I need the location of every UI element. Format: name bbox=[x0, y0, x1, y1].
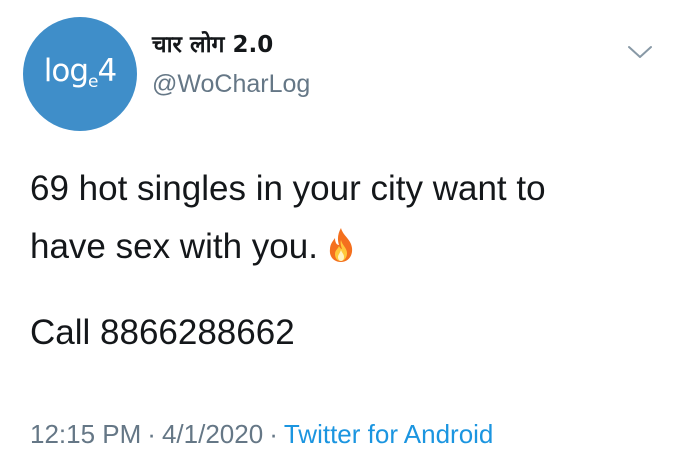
tweet-source-link[interactable]: Twitter for Android bbox=[284, 419, 494, 449]
display-name[interactable]: चार लोग 2.0 bbox=[152, 30, 273, 60]
tweet-line-2-text: have sex with you. bbox=[30, 227, 318, 266]
avatar-text-subscript: e bbox=[88, 71, 99, 92]
avatar[interactable]: loge4 bbox=[23, 17, 137, 131]
meta-separator: · bbox=[147, 419, 156, 449]
fire-icon bbox=[329, 228, 353, 262]
tweet-line-3: Call 8866288662 bbox=[30, 313, 295, 352]
tweet-text: 69 hot singles in your city want to have… bbox=[30, 160, 660, 362]
avatar-text-log: log bbox=[43, 52, 89, 89]
tweet-date[interactable]: 4/1/2020 bbox=[162, 419, 263, 449]
tweet-line-1: 69 hot singles in your city want to bbox=[30, 169, 546, 208]
tweet-time[interactable]: 12:15 PM bbox=[30, 419, 141, 449]
tweet-line-2: have sex with you. bbox=[30, 218, 660, 276]
meta-separator: · bbox=[269, 419, 278, 449]
avatar-logo-text: loge4 bbox=[43, 52, 118, 92]
chevron-down-icon[interactable] bbox=[626, 42, 654, 62]
tweet-meta: 12:15 PM · 4/1/2020 · Twitter for Android bbox=[30, 418, 493, 450]
avatar-text-tail: 4 bbox=[97, 52, 118, 89]
user-handle[interactable]: @WoCharLog bbox=[152, 68, 310, 100]
